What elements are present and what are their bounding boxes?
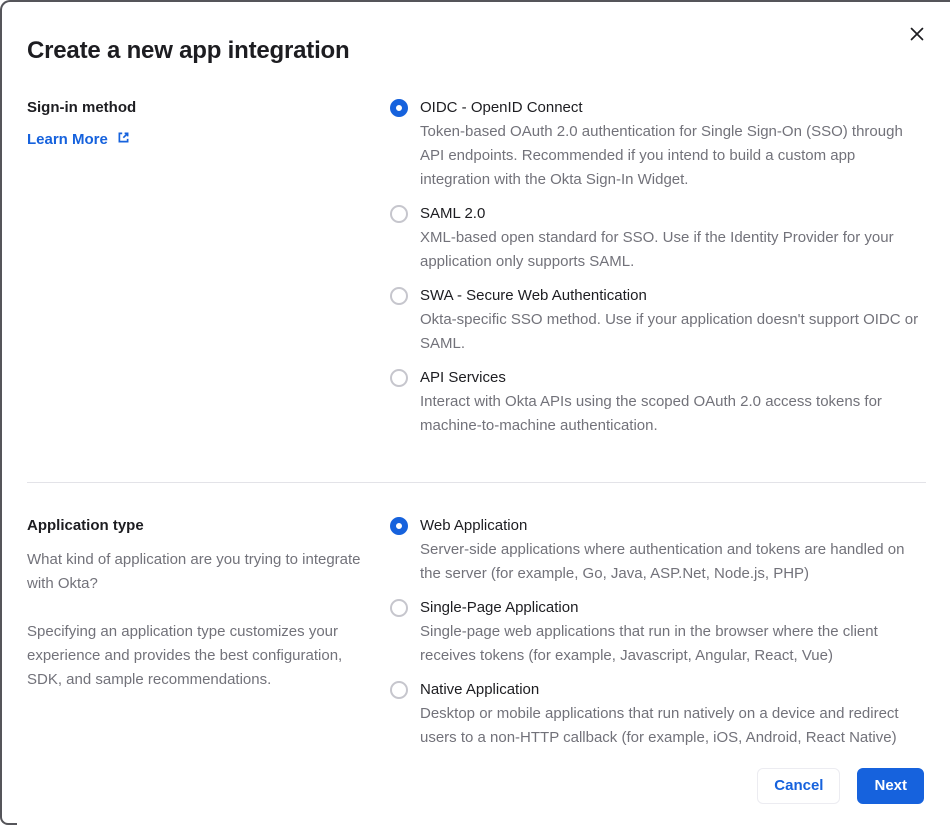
radio-option-api-services[interactable]: API Services Interact with Okta APIs usi… xyxy=(390,366,926,438)
radio-option-description: XML-based open standard for SSO. Use if … xyxy=(420,229,894,270)
radio-option-description: Single-page web applications that run in… xyxy=(420,623,878,664)
radio-option-native-application[interactable]: Native Application Desktop or mobile app… xyxy=(390,678,926,750)
radio-option-label: API Services xyxy=(420,369,506,386)
radio-option-saml[interactable]: SAML 2.0 XML-based open standard for SSO… xyxy=(390,202,926,274)
application-type-paragraph-1: What kind of application are you trying … xyxy=(27,551,361,592)
close-button[interactable] xyxy=(904,22,930,48)
learn-more-link[interactable]: Learn More xyxy=(27,130,131,149)
radio-option-description: Desktop or mobile applications that run … xyxy=(420,705,899,746)
application-type-left-column: Application type What kind of applicatio… xyxy=(27,514,390,760)
radio-button[interactable] xyxy=(390,369,408,387)
radio-button[interactable] xyxy=(390,99,408,117)
radio-button[interactable] xyxy=(390,681,408,699)
cancel-button[interactable]: Cancel xyxy=(757,768,841,804)
application-type-paragraph-2: Specifying an application type customize… xyxy=(27,623,343,688)
radio-option-label: SWA - Secure Web Authentication xyxy=(420,287,647,304)
radio-option-label: Single-Page Application xyxy=(420,599,579,616)
radio-option-label: Native Application xyxy=(420,681,540,698)
radio-button[interactable] xyxy=(390,599,408,617)
radio-option-label: SAML 2.0 xyxy=(420,205,486,222)
radio-option-description: Interact with Okta APIs using the scoped… xyxy=(420,393,882,434)
signin-method-section: Sign-in method Learn More OIDC - OpenID … xyxy=(27,96,926,448)
radio-option-web-application[interactable]: Web Application Server-side applications… xyxy=(390,514,926,586)
external-link-icon xyxy=(116,130,131,149)
application-type-heading: Application type xyxy=(27,517,144,534)
radio-option-oidc[interactable]: OIDC - OpenID Connect Token-based OAuth … xyxy=(390,96,926,192)
signin-method-heading: Sign-in method xyxy=(27,99,137,116)
radio-button[interactable] xyxy=(390,205,408,223)
learn-more-label: Learn More xyxy=(27,131,108,148)
signin-method-left-column: Sign-in method Learn More xyxy=(27,96,390,448)
next-button[interactable]: Next xyxy=(857,768,924,804)
create-app-integration-dialog: Create a new app integration Sign-in met… xyxy=(0,0,950,830)
radio-option-label: OIDC - OpenID Connect xyxy=(420,99,583,116)
radio-option-description: Okta-specific SSO method. Use if your ap… xyxy=(420,311,919,352)
radio-option-swa[interactable]: SWA - Secure Web Authentication Okta-spe… xyxy=(390,284,926,356)
radio-button[interactable] xyxy=(390,287,408,305)
radio-option-single-page-application[interactable]: Single-Page Application Single-page web … xyxy=(390,596,926,668)
signin-method-options: OIDC - OpenID Connect Token-based OAuth … xyxy=(390,96,926,448)
application-type-options: Web Application Server-side applications… xyxy=(390,514,926,760)
close-icon xyxy=(910,27,924,44)
dialog-footer: Cancel Next xyxy=(757,768,924,804)
dialog-header: Create a new app integration xyxy=(27,27,926,66)
section-divider xyxy=(27,482,926,483)
radio-button[interactable] xyxy=(390,517,408,535)
application-type-section: Application type What kind of applicatio… xyxy=(27,514,926,760)
dialog-title: Create a new app integration xyxy=(27,37,350,64)
radio-option-label: Web Application xyxy=(420,517,528,534)
radio-option-description: Token-based OAuth 2.0 authentication for… xyxy=(420,123,903,188)
radio-option-description: Server-side applications where authentic… xyxy=(420,541,905,582)
